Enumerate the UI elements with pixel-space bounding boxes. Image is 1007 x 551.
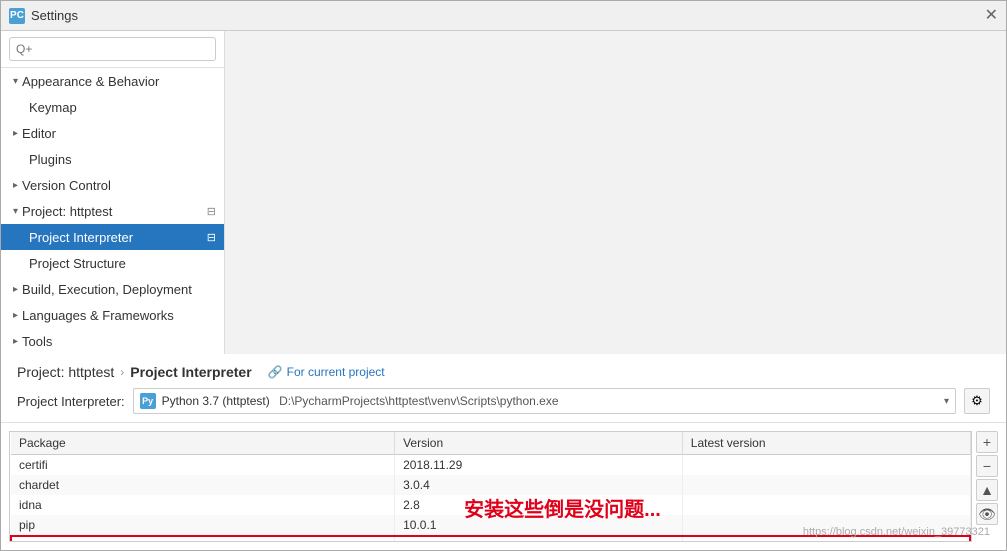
chevron-right-icon-tools: ▸ [13,336,18,347]
col-version: Version [395,432,683,455]
package-name: pip [11,515,395,536]
sidebar-item-plugins[interactable]: Plugins [1,146,224,172]
table-row[interactable]: certifi2018.11.29 [11,455,970,476]
breadcrumb: Project: httptest › Project Interpreter … [17,364,990,380]
sidebar-item-project-structure[interactable]: Project Structure [1,250,224,276]
main-header: Project: httptest › Project Interpreter … [1,354,1006,423]
for-current-project-link[interactable]: 🔗 For current project [268,365,385,379]
package-latest [682,495,970,515]
table-header-row: Package Version Latest version [11,432,970,455]
chevron-right-icon-lang: ▸ [13,310,18,321]
package-name: requests [11,536,395,542]
show-early-versions-button[interactable]: 👁 [976,503,998,525]
package-name: certifi [11,455,395,476]
sidebar-item-project-httptest[interactable]: ▾ Project: httptest ⊟ [1,198,224,224]
sidebar: ▾ Appearance & Behavior Keymap ▸ Editor … [1,31,225,354]
sidebar-item-keymap[interactable]: Keymap [1,94,224,120]
col-package: Package [11,432,395,455]
interpreter-name: Python 3.7 (httptest) D:\PycharmProjects… [162,394,938,408]
interpreter-small-icon: ⊟ [207,231,216,244]
sidebar-item-appearance-behavior[interactable]: ▾ Appearance & Behavior [1,68,224,94]
chevron-right-icon: ▸ [13,128,18,139]
add-package-button[interactable]: + [976,431,998,453]
package-latest [682,475,970,495]
table-row[interactable]: idna2.8 [11,495,970,515]
window-title: Settings [31,8,78,23]
eye-icon: 👁 [978,506,996,523]
sidebar-item-project-interpreter[interactable]: Project Interpreter ⊟ [1,224,224,250]
table-row[interactable]: chardet3.0.4 [11,475,970,495]
sidebar-item-tools[interactable]: ▸ Tools [1,328,224,354]
project-icon: ⊟ [207,205,216,218]
interpreter-dropdown[interactable]: Py Python 3.7 (httptest) D:\PycharmProje… [133,388,956,414]
chevron-down-icon-proj: ▾ [13,206,18,217]
package-version: 2018.11.29 [395,455,683,476]
dropdown-chevron-icon: ▾ [944,396,949,407]
interpreter-label: Project Interpreter: [17,394,125,409]
package-name: chardet [11,475,395,495]
remove-package-button[interactable]: − [976,455,998,477]
link-icon: 🔗 [268,365,283,379]
titlebar: PC Settings ✕ [1,1,1006,31]
breadcrumb-separator: › [120,365,124,379]
interpreter-row: Project Interpreter: Py Python 3.7 (http… [17,388,990,414]
sidebar-item-editor[interactable]: ▸ Editor [1,120,224,146]
python-icon: Py [140,393,156,409]
chevron-right-icon-vc: ▸ [13,180,18,191]
up-arrow-icon: ▲ [980,482,994,498]
package-version: 2.8 [395,495,683,515]
sidebar-item-languages[interactable]: ▸ Languages & Frameworks [1,302,224,328]
upgrade-button[interactable]: ▲ [976,479,998,501]
app-icon: PC [9,8,25,24]
sidebar-item-build-exec[interactable]: ▸ Build, Execution, Deployment [1,276,224,302]
package-version: 3.0.4 [395,475,683,495]
window-body: ▾ Appearance & Behavior Keymap ▸ Editor … [1,31,1006,550]
chevron-down-icon: ▾ [13,76,18,87]
chevron-right-icon-build: ▸ [13,284,18,295]
table-area: Package Version Latest version certifi20… [9,431,998,542]
minus-icon: − [983,458,991,474]
search-box [1,31,224,68]
package-latest [682,455,970,476]
breadcrumb-current: Project Interpreter [130,364,251,380]
package-name: idna [11,495,395,515]
main-content: Project: httptest › Project Interpreter … [1,354,1006,550]
sidebar-item-version-control[interactable]: ▸ Version Control [1,172,224,198]
search-input[interactable] [9,37,216,61]
package-version: 2.21.0 [395,536,683,542]
titlebar-left: PC Settings [9,8,78,24]
close-button[interactable]: ✕ [985,8,998,24]
gear-icon: ⚙ [971,393,983,409]
col-latest: Latest version [682,432,970,455]
plus-icon: + [983,434,991,450]
watermark: https://blog.csdn.net/weixin_39773321 [803,526,990,538]
breadcrumb-project: Project: httptest [17,364,114,380]
settings-window: PC Settings ✕ ▾ Appearance & Behavior Ke… [0,0,1007,551]
gear-button[interactable]: ⚙ [964,388,990,414]
interpreter-path: D:\PycharmProjects\httptest\venv\Scripts… [279,394,558,408]
package-version: 10.0.1 [395,515,683,536]
